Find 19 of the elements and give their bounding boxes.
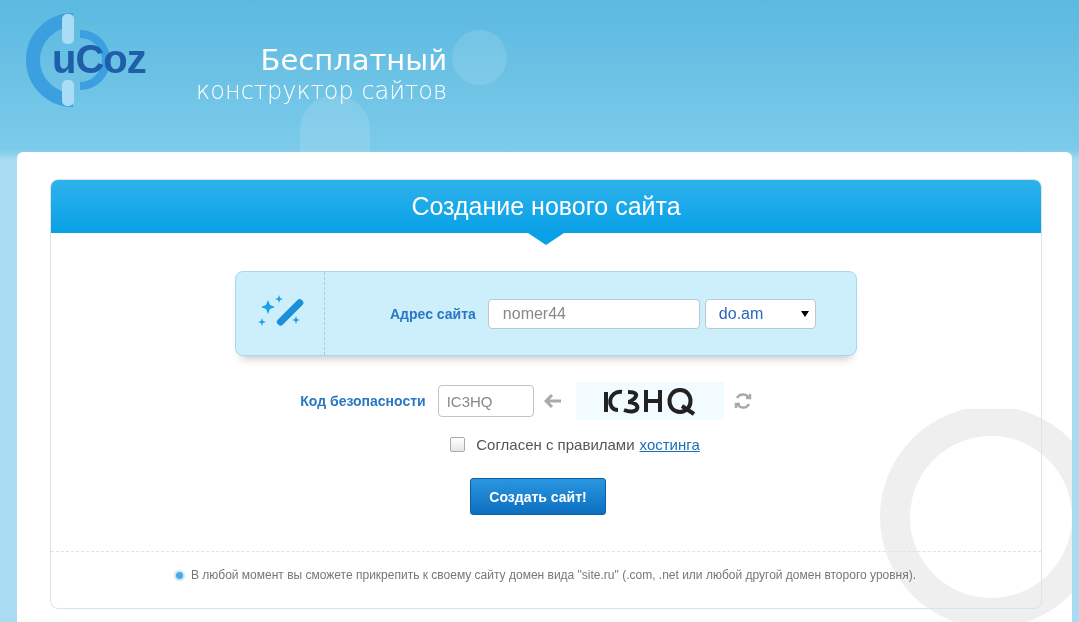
tagline: Бесплатный (260, 44, 448, 76)
agree-checkbox[interactable] (450, 437, 466, 452)
hosting-link[interactable]: хостинга (639, 436, 700, 453)
logo-text[interactable]: uCoz (52, 37, 146, 82)
captcha-input[interactable]: IC3HQ (437, 385, 534, 417)
create-site-button[interactable]: Создать сайт! (470, 478, 606, 515)
domain-select[interactable]: do.am (704, 298, 816, 329)
checkbox-label: Согласен с правилами (476, 436, 635, 453)
tagline: конструктор сайтов (196, 76, 448, 106)
field-label: Адрес сайта (390, 305, 476, 322)
left-arrow-icon (543, 394, 562, 408)
card-title: Создание нового сайта (411, 192, 681, 221)
bullet-icon (175, 571, 183, 579)
site-address-input[interactable]: nomer44 (487, 298, 700, 329)
field-label: Код безопасности (300, 393, 426, 409)
refresh-icon[interactable] (733, 392, 752, 410)
domain-note: В любой момент вы сможете прикрепить к своему сайту домен вида "site.ru" (.com, .net или любой другой домен второго уровня). (190, 568, 917, 582)
caret-icon (800, 310, 809, 317)
header-pointer (528, 233, 564, 245)
